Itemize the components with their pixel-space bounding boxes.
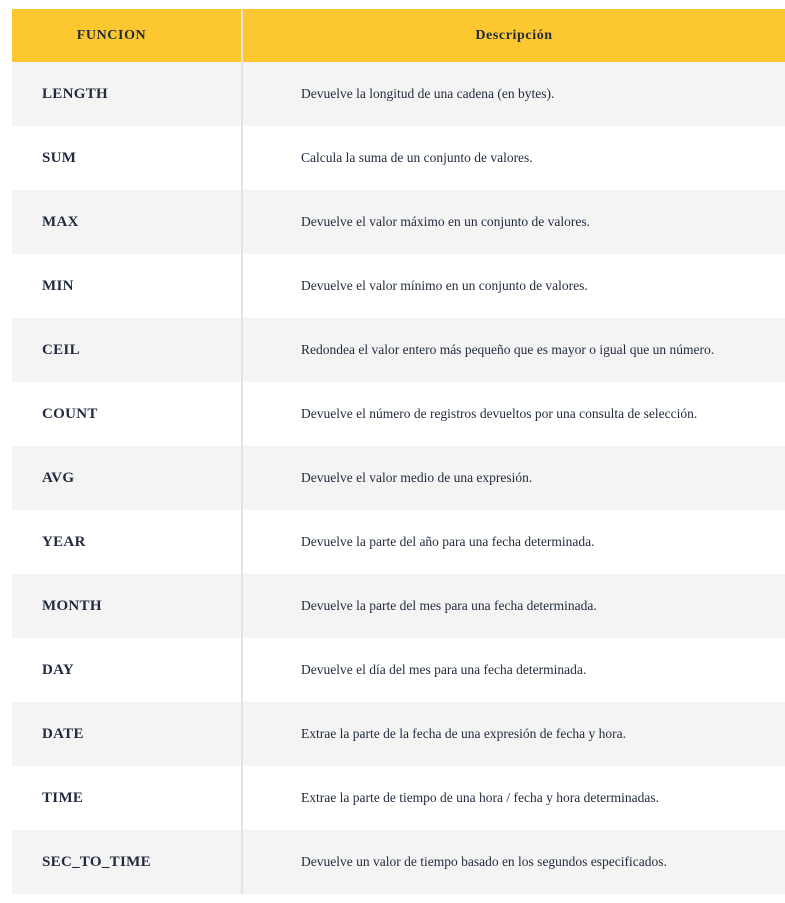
table-header: FUNCION Descripción: [12, 9, 785, 62]
table-body: LENGTH Devuelve la longitud de una caden…: [12, 62, 785, 894]
table-row: MAX Devuelve el valor máximo en un conju…: [12, 190, 785, 254]
function-name: DAY: [12, 638, 243, 702]
function-name: COUNT: [12, 382, 243, 446]
table-row: SEC_TO_TIME Devuelve un valor de tiempo …: [12, 830, 785, 894]
table-row: SUM Calcula la suma de un conjunto de va…: [12, 126, 785, 190]
header-description: Descripción: [242, 9, 785, 62]
function-description: Devuelve el número de registros devuelto…: [242, 382, 785, 446]
functions-table: FUNCION Descripción LENGTH Devuelve la l…: [12, 9, 785, 894]
functions-table-container: FUNCION Descripción LENGTH Devuelve la l…: [12, 9, 785, 894]
function-description: Devuelve el valor medio de una expresión…: [242, 446, 785, 510]
table-row: MIN Devuelve el valor mínimo en un conju…: [12, 254, 785, 318]
function-description: Extrae la parte de la fecha de una expre…: [242, 702, 785, 766]
header-row: FUNCION Descripción: [12, 9, 785, 62]
function-description: Devuelve el día del mes para una fecha d…: [242, 638, 785, 702]
function-name: SUM: [12, 126, 243, 190]
function-description: Devuelve la parte del mes para una fecha…: [242, 574, 785, 638]
function-name: MAX: [12, 190, 243, 254]
function-name: AVG: [12, 446, 243, 510]
function-name: TIME: [12, 766, 243, 830]
function-name: YEAR: [12, 510, 243, 574]
function-description: Devuelve la longitud de una cadena (en b…: [242, 62, 785, 126]
function-name: CEIL: [12, 318, 243, 382]
function-name: DATE: [12, 702, 243, 766]
function-description: Extrae la parte de tiempo de una hora / …: [242, 766, 785, 830]
table-row: DAY Devuelve el día del mes para una fec…: [12, 638, 785, 702]
table-row: CEIL Redondea el valor entero más pequeñ…: [12, 318, 785, 382]
function-name: LENGTH: [12, 62, 243, 126]
function-description: Calcula la suma de un conjunto de valore…: [242, 126, 785, 190]
table-row: TIME Extrae la parte de tiempo de una ho…: [12, 766, 785, 830]
function-description: Devuelve el valor máximo en un conjunto …: [242, 190, 785, 254]
table-row: YEAR Devuelve la parte del año para una …: [12, 510, 785, 574]
function-name: MONTH: [12, 574, 243, 638]
table-row: AVG Devuelve el valor medio de una expre…: [12, 446, 785, 510]
table-row: LENGTH Devuelve la longitud de una caden…: [12, 62, 785, 126]
header-function: FUNCION: [12, 9, 243, 62]
table-row: COUNT Devuelve el número de registros de…: [12, 382, 785, 446]
function-description: Devuelve el valor mínimo en un conjunto …: [242, 254, 785, 318]
function-name: SEC_TO_TIME: [12, 830, 243, 894]
table-row: DATE Extrae la parte de la fecha de una …: [12, 702, 785, 766]
table-row: MONTH Devuelve la parte del mes para una…: [12, 574, 785, 638]
function-description: Devuelve un valor de tiempo basado en lo…: [242, 830, 785, 894]
function-name: MIN: [12, 254, 243, 318]
function-description: Devuelve la parte del año para una fecha…: [242, 510, 785, 574]
function-description: Redondea el valor entero más pequeño que…: [242, 318, 785, 382]
